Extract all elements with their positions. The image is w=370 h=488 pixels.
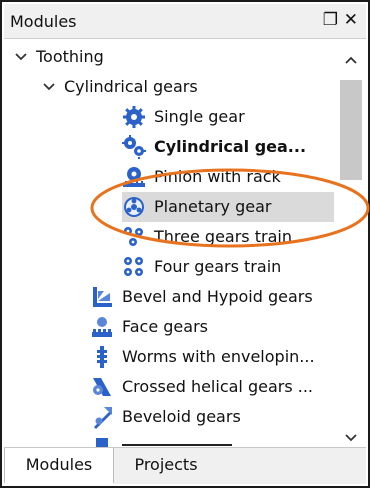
float-window-icon[interactable]: ❐ [323,10,338,30]
panel-title: Modules [10,12,77,31]
module-tree: Toothing Cylindrical gears Single gear C… [4,40,334,452]
pinion-rack-icon [123,167,145,187]
tree-item-cylindrical-gears[interactable]: Cylindrical gears [42,72,332,102]
tree-item-four-gears-train[interactable]: Four gears train [122,252,332,282]
tree-item-toothing[interactable]: Toothing [14,42,324,72]
cylindrical-gear-pair-icon [122,135,146,159]
tab-modules[interactable]: Modules [4,448,114,484]
tree-item-label: Planetary gear [154,197,272,216]
tree-item-worms-with-enveloping[interactable]: Worms with envelopin... [90,342,334,372]
single-gear-icon [123,106,145,128]
bevel-gear-icon [93,287,112,307]
chevron-down-icon[interactable] [42,80,56,94]
tree-item-label: Beveloid gears [122,407,241,426]
tree-item-pinion-with-rack[interactable]: Pinion with rack [122,162,332,192]
panel-titlebar: Modules ❐ ✕ [4,4,366,39]
tree-item-label: Bevel and Hypoid gears [122,287,313,306]
tree-scrollbar[interactable] [336,40,366,452]
tree-item-label: Toothing [36,47,104,66]
tree-item-label: Worms with envelopin... [122,347,315,366]
panel-tabs: Modules Projects [4,447,366,484]
face-gear-icon [92,317,112,337]
tree-item-label: Three gears train [154,227,292,246]
scrollbar-thumb[interactable] [340,80,362,180]
tree-item-cylindrical-gear-pair[interactable]: Cylindrical gea... [122,132,334,162]
tree-item-label: Cylindrical gea... [154,137,307,156]
beveloid-gear-icon [94,407,112,429]
planetary-gear-icon [124,197,144,217]
scroll-up-icon[interactable] [336,48,366,72]
four-gears-icon [124,257,143,276]
tree-item-three-gears-train[interactable]: Three gears train [122,222,332,252]
tree-item-label: Crossed helical gears ... [122,377,314,396]
tree-item-label: Single gear [154,107,245,126]
tree-item-label: Cylindrical gears [64,77,198,96]
three-gears-icon [124,227,143,246]
tree-item-bevel-and-hypoid-gears[interactable]: Bevel and Hypoid gears [90,282,334,312]
chevron-down-icon[interactable] [14,50,28,64]
tree-item-face-gears[interactable]: Face gears [90,312,334,342]
tree-item-label: Pinion with rack [154,167,281,186]
crossed-helical-gear-icon [93,378,111,396]
tree-item-label: Four gears train [154,257,282,276]
tree-item-crossed-helical-gears[interactable]: Crossed helical gears ... [90,372,334,402]
modules-panel: Modules ❐ ✕ Toothing Cylindrical gears S… [0,0,370,488]
tab-projects[interactable]: Projects [116,448,216,482]
tree-item-single-gear[interactable]: Single gear [122,102,332,132]
close-icon[interactable]: ✕ [344,10,358,30]
tree-item-label: Face gears [122,317,208,336]
tree-item-planetary-gear[interactable]: Planetary gear [122,192,334,222]
tree-item-beveloid-gears[interactable]: Beveloid gears [90,402,334,432]
worm-gear-icon [97,346,107,368]
